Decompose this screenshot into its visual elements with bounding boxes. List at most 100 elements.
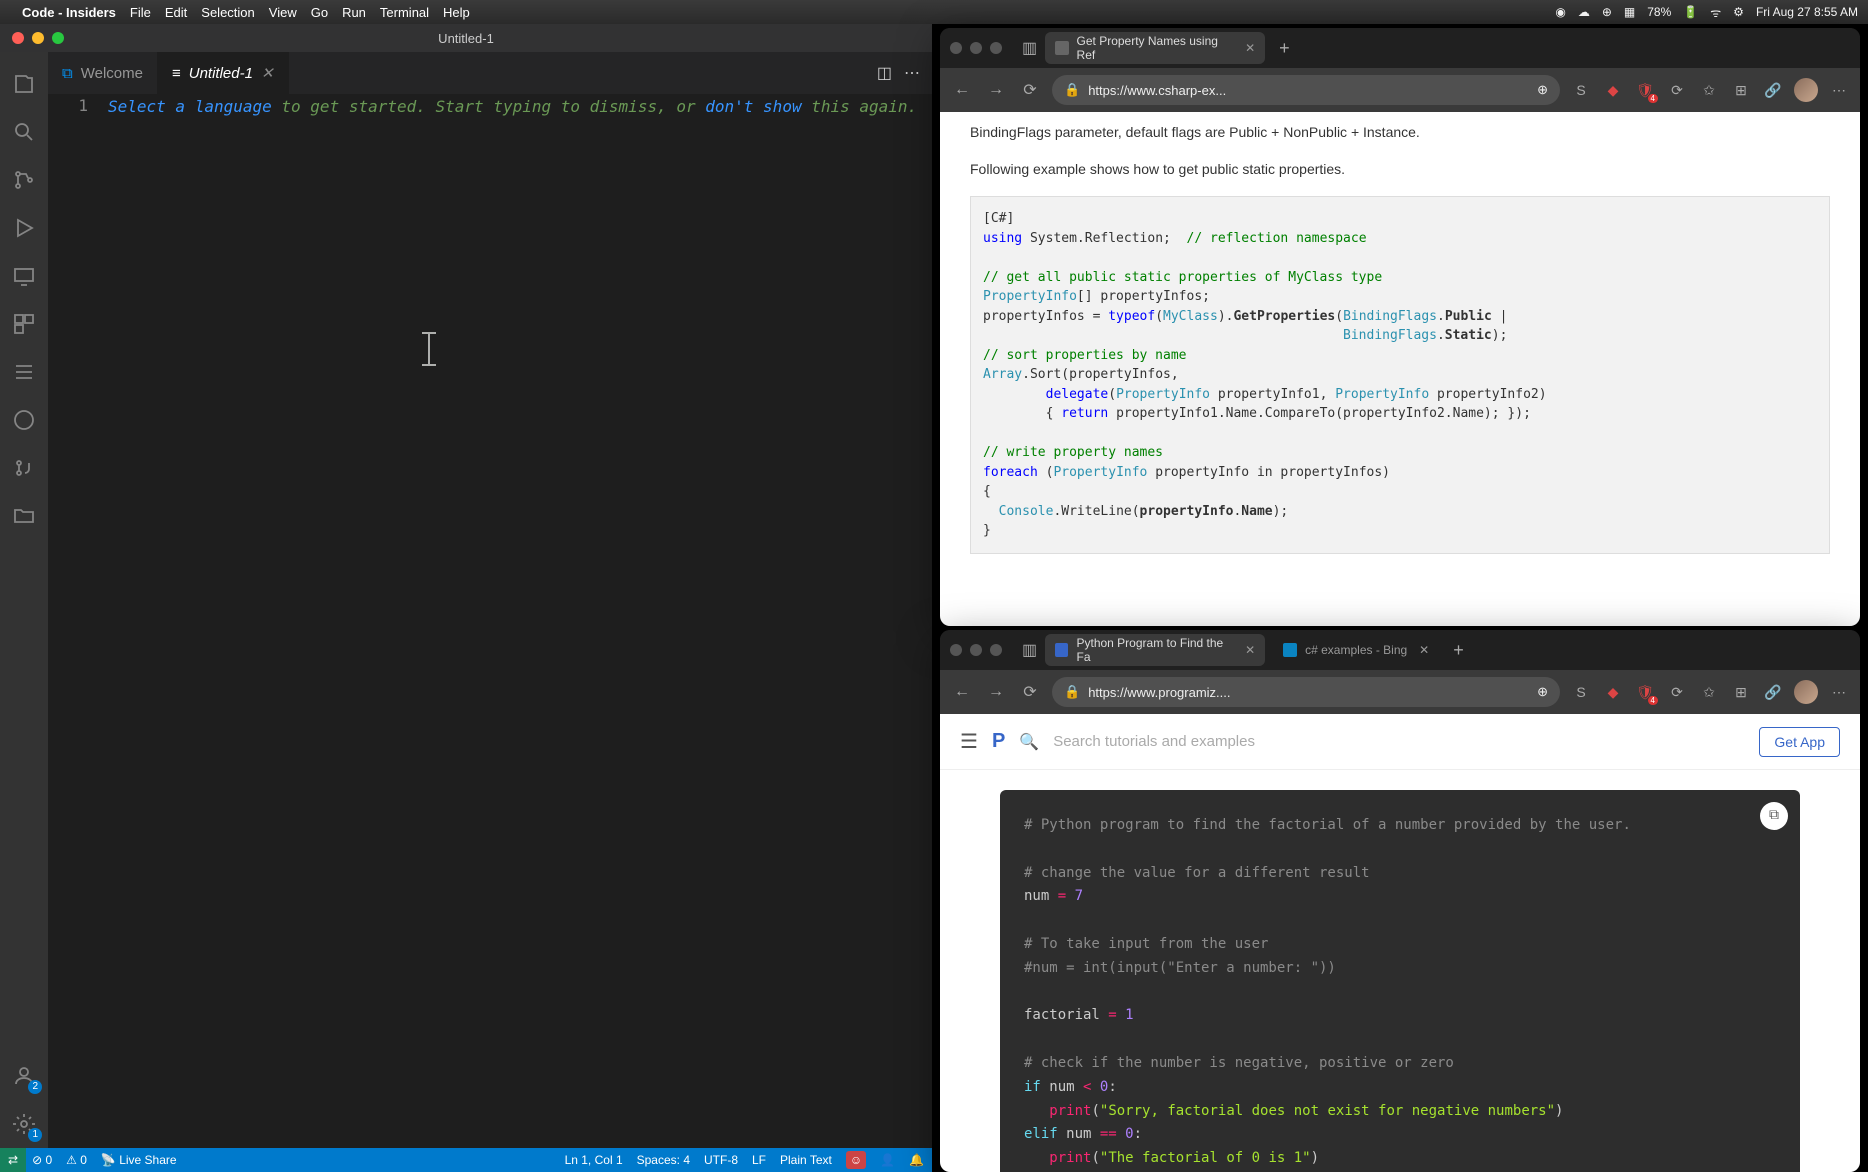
select-language-link[interactable]: Select a language (108, 97, 272, 116)
menu-icon[interactable]: ☰ (960, 729, 978, 754)
status-language[interactable]: Plain Text (780, 1153, 832, 1167)
forward-button[interactable]: → (984, 81, 1008, 99)
accounts-icon[interactable]: 2 (0, 1052, 48, 1100)
close-window-button[interactable] (950, 644, 962, 656)
url-bar[interactable]: 🔒 https://www.programiz.... ⊕ (1052, 677, 1560, 707)
maximize-window-button[interactable] (52, 32, 64, 44)
remote-indicator[interactable]: ⇄ (0, 1148, 26, 1172)
tab-untitled[interactable]: ≡ Untitled-1 ✕ (158, 52, 289, 94)
battery-text[interactable]: 78% (1647, 5, 1671, 19)
collections-icon[interactable]: ⊞ (1730, 681, 1752, 703)
close-tab-icon[interactable]: ✕ (1419, 643, 1429, 657)
sidebar-toggle-icon[interactable]: ▥ (1022, 38, 1037, 58)
settings-icon[interactable]: 1 (0, 1100, 48, 1148)
get-app-button[interactable]: Get App (1759, 727, 1840, 757)
new-tab-button[interactable]: + (1273, 38, 1296, 59)
collections-icon[interactable]: ⊞ (1730, 79, 1752, 101)
dont-show-link[interactable]: don't show (705, 97, 801, 116)
back-button[interactable]: ← (950, 683, 974, 701)
share-icon[interactable]: 🔗 (1762, 79, 1784, 101)
extension-icon[interactable]: S (1570, 79, 1592, 101)
tab-welcome[interactable]: ⧉ Welcome (48, 52, 158, 94)
status-warnings[interactable]: ⚠ 0 (66, 1153, 87, 1167)
status-icon[interactable]: ⊕ (1602, 5, 1612, 19)
edge-icon[interactable] (0, 396, 48, 444)
share-icon[interactable]: 🔗 (1762, 681, 1784, 703)
close-tab-icon[interactable]: ✕ (261, 64, 274, 82)
close-tab-icon[interactable]: ✕ (1245, 643, 1255, 657)
status-bell-icon[interactable]: 🔔 (909, 1153, 924, 1167)
favorites-icon[interactable]: ✩ (1698, 681, 1720, 703)
close-window-button[interactable] (950, 42, 962, 54)
extension-icon[interactable]: ⟳ (1666, 681, 1688, 703)
forward-button[interactable]: → (984, 683, 1008, 701)
copy-code-button[interactable]: ⧉ (1760, 802, 1788, 830)
menu-edit[interactable]: Edit (165, 5, 187, 20)
explorer-icon[interactable] (0, 60, 48, 108)
maximize-window-button[interactable] (990, 644, 1002, 656)
search-icon[interactable]: 🔍 (1019, 732, 1039, 752)
minimize-window-button[interactable] (32, 32, 44, 44)
status-feedback-icon[interactable]: 👤 (880, 1153, 895, 1167)
extension-icon[interactable]: S (1570, 681, 1592, 703)
folder-icon[interactable] (0, 492, 48, 540)
status-icon[interactable]: ◉ (1555, 5, 1565, 19)
status-smiley-icon[interactable]: ☺ (846, 1151, 866, 1169)
minimize-window-button[interactable] (970, 42, 982, 54)
close-tab-icon[interactable]: ✕ (1245, 41, 1255, 55)
extension-icon[interactable]: 🛡4 (1634, 79, 1656, 101)
menu-go[interactable]: Go (311, 5, 328, 20)
more-icon[interactable]: ⋯ (1828, 79, 1850, 101)
remote-explorer-icon[interactable] (0, 252, 48, 300)
programiz-logo-icon[interactable]: P (992, 730, 1005, 753)
browser-tab-programiz[interactable]: Python Program to Find the Fa ✕ (1045, 634, 1265, 666)
menu-file[interactable]: File (130, 5, 151, 20)
editor[interactable]: 1 Select a language to get started. Star… (48, 94, 932, 1148)
search-input[interactable]: Search tutorials and examples (1053, 733, 1745, 750)
browser-tab[interactable]: Get Property Names using Ref ✕ (1045, 32, 1265, 64)
status-icon[interactable]: ☁ (1578, 5, 1590, 19)
status-position[interactable]: Ln 1, Col 1 (565, 1153, 623, 1167)
run-debug-icon[interactable] (0, 204, 48, 252)
source-control-icon[interactable] (0, 156, 48, 204)
reload-button[interactable]: ⟳ (1018, 80, 1042, 100)
menu-run[interactable]: Run (342, 5, 366, 20)
wifi-icon[interactable]: ᯤ (1710, 4, 1721, 21)
status-icon[interactable]: ▦ (1624, 5, 1635, 19)
new-tab-button[interactable]: + (1447, 640, 1470, 661)
sidebar-toggle-icon[interactable]: ▥ (1022, 640, 1037, 660)
extension-icon[interactable]: ◆ (1602, 79, 1624, 101)
extension-icon[interactable]: ⟳ (1666, 79, 1688, 101)
status-spaces[interactable]: Spaces: 4 (637, 1153, 690, 1167)
status-errors[interactable]: ⊘ 0 (32, 1153, 52, 1167)
browser-tab-bing[interactable]: c# examples - Bing ✕ (1273, 634, 1439, 666)
status-encoding[interactable]: UTF-8 (704, 1153, 738, 1167)
status-liveshare[interactable]: 📡 Live Share (101, 1153, 177, 1167)
favorites-icon[interactable]: ✩ (1698, 79, 1720, 101)
extension-icon[interactable]: 🛡4 (1634, 681, 1656, 703)
extensions-icon[interactable] (0, 300, 48, 348)
status-eol[interactable]: LF (752, 1153, 766, 1167)
profile-avatar[interactable] (1794, 78, 1818, 102)
more-actions-icon[interactable]: ⋯ (904, 63, 920, 83)
github-icon[interactable] (0, 444, 48, 492)
app-name[interactable]: Code - Insiders (22, 5, 116, 20)
search-icon[interactable] (0, 108, 48, 156)
url-bar[interactable]: 🔒 https://www.csharp-ex... ⊕ (1052, 75, 1560, 105)
menu-selection[interactable]: Selection (201, 5, 254, 20)
list-icon[interactable] (0, 348, 48, 396)
back-button[interactable]: ← (950, 81, 974, 99)
reader-mode-icon[interactable]: ⊕ (1537, 82, 1548, 98)
extension-icon[interactable]: ◆ (1602, 681, 1624, 703)
menu-view[interactable]: View (269, 5, 297, 20)
clock[interactable]: Fri Aug 27 8:55 AM (1756, 5, 1858, 19)
minimize-window-button[interactable] (970, 644, 982, 656)
menu-help[interactable]: Help (443, 5, 470, 20)
split-editor-icon[interactable]: ◫ (877, 63, 892, 83)
maximize-window-button[interactable] (990, 42, 1002, 54)
reader-mode-icon[interactable]: ⊕ (1537, 684, 1548, 700)
close-window-button[interactable] (12, 32, 24, 44)
reload-button[interactable]: ⟳ (1018, 682, 1042, 702)
more-icon[interactable]: ⋯ (1828, 681, 1850, 703)
menu-terminal[interactable]: Terminal (380, 5, 429, 20)
